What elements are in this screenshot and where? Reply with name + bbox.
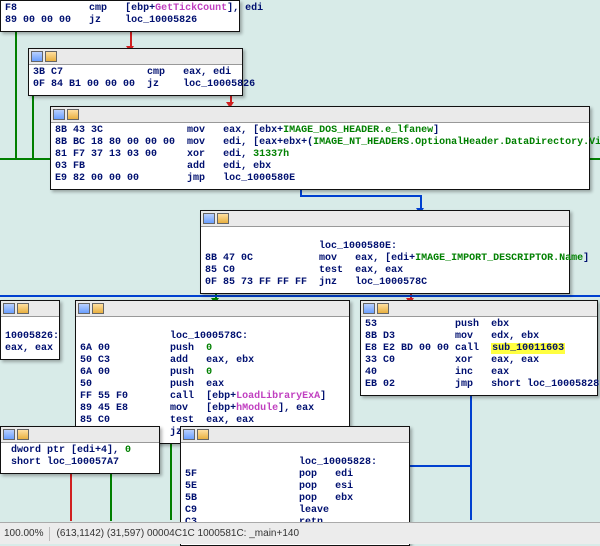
block-titlebar bbox=[29, 49, 242, 65]
code-body: 8B 43 3C mov eax, [ebx+IMAGE_DOS_HEADER.… bbox=[51, 123, 589, 189]
code-body: F8 cmp [ebp+GetTickCount], edi 89 00 00 … bbox=[1, 1, 239, 31]
status-bar: 100.00% (613,1142) (31,597) 00004C1C 100… bbox=[0, 522, 600, 544]
block-icon bbox=[197, 429, 209, 440]
block-icon bbox=[3, 429, 15, 440]
flow-edge bbox=[0, 295, 600, 297]
block-icon bbox=[17, 429, 29, 440]
status-name: _main+140 bbox=[249, 528, 299, 539]
bb-node[interactable]: loc_1000580E: 8B 47 0C mov eax, [edi+IMA… bbox=[200, 210, 570, 294]
block-titlebar bbox=[51, 107, 589, 123]
flow-edge bbox=[32, 90, 34, 158]
separator bbox=[49, 527, 50, 541]
bb-node[interactable]: 3B C7 cmp eax, edi 0F 84 B1 00 00 00 jz … bbox=[28, 48, 243, 96]
block-icon bbox=[78, 303, 90, 314]
block-titlebar bbox=[181, 427, 409, 443]
code-body: 3B C7 cmp eax, edi 0F 84 B1 00 00 00 jz … bbox=[29, 65, 242, 95]
block-icon bbox=[31, 51, 43, 62]
code-body: loc_1000578C: 6A 00 push 0 50 C3 add eax… bbox=[76, 317, 349, 443]
status-coord1: (613,1142) bbox=[56, 528, 104, 539]
block-icon bbox=[217, 213, 229, 224]
block-titlebar bbox=[361, 301, 597, 317]
bb-node[interactable]: 53 push ebx 8B D3 mov edx, ebx E8 E2 BD … bbox=[360, 300, 598, 396]
flow-edge bbox=[15, 28, 17, 158]
block-titlebar bbox=[1, 301, 59, 317]
block-icon bbox=[67, 109, 79, 120]
bb-node[interactable]: dword ptr [edi+4], 0 short loc_100057A7 bbox=[0, 426, 160, 474]
zoom-level: 100.00% bbox=[4, 528, 43, 539]
graph-canvas[interactable]: F8 cmp [ebp+GetTickCount], edi 89 00 00 … bbox=[0, 0, 600, 520]
bb-node[interactable]: F8 cmp [ebp+GetTickCount], edi 89 00 00 … bbox=[0, 0, 240, 32]
block-icon bbox=[17, 303, 29, 314]
block-icon bbox=[377, 303, 389, 314]
code-body: 10005826: eax, eax bbox=[1, 317, 59, 359]
block-icon bbox=[203, 213, 215, 224]
block-icon bbox=[3, 303, 15, 314]
flow-edge bbox=[300, 195, 420, 197]
block-icon bbox=[183, 429, 195, 440]
bb-node[interactable]: loc_1000578C: 6A 00 push 0 50 C3 add eax… bbox=[75, 300, 350, 444]
block-icon bbox=[53, 109, 65, 120]
block-icon bbox=[45, 51, 57, 62]
bb-node[interactable]: 10005826: eax, eax bbox=[0, 300, 60, 360]
block-titlebar bbox=[76, 301, 349, 317]
flow-edge bbox=[470, 386, 472, 520]
block-icon bbox=[363, 303, 375, 314]
block-icon bbox=[92, 303, 104, 314]
code-body: 53 push ebx 8B D3 mov edx, ebx E8 E2 BD … bbox=[361, 317, 597, 395]
bb-node[interactable]: 8B 43 3C mov eax, [ebx+IMAGE_DOS_HEADER.… bbox=[50, 106, 590, 190]
status-addr: 00004C1C 1000581C: bbox=[147, 528, 247, 539]
block-titlebar bbox=[1, 427, 159, 443]
code-body: loc_1000580E: 8B 47 0C mov eax, [edi+IMA… bbox=[201, 227, 569, 293]
code-body: dword ptr [edi+4], 0 short loc_100057A7 bbox=[1, 443, 159, 473]
block-titlebar bbox=[201, 211, 569, 227]
status-coord2: (31,597) bbox=[107, 528, 144, 539]
